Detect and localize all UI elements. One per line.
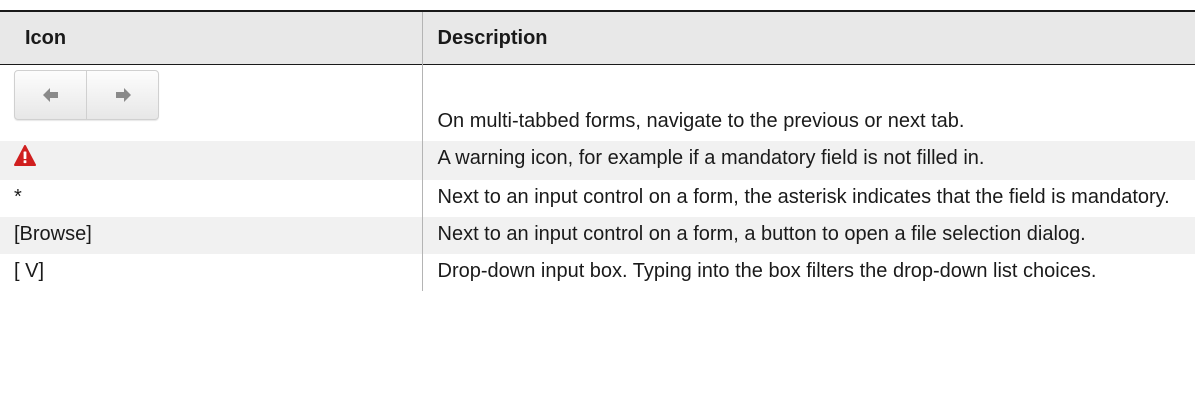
description-cell: Drop-down input box. Typing into the box… xyxy=(421,254,1195,291)
table-row: * Next to an input control on a form, th… xyxy=(0,180,1195,217)
table-header: Icon Description xyxy=(0,11,1195,65)
header-icon: Icon xyxy=(25,26,67,49)
table-row: A warning icon, for example if a mandato… xyxy=(0,141,1195,180)
header-description: Description xyxy=(421,11,1195,65)
table-row: [Browse] Next to an input control on a f… xyxy=(0,217,1195,254)
icon-cell xyxy=(0,65,422,142)
description-cell: Next to an input control on a form, a bu… xyxy=(421,217,1195,254)
icon-cell: * xyxy=(14,186,22,208)
description-cell: A warning icon, for example if a mandato… xyxy=(421,141,1195,180)
previous-tab-button xyxy=(15,71,86,119)
icon-cell xyxy=(0,141,422,180)
header-row: Icon Description xyxy=(0,11,1195,65)
icon-cell: [ V] xyxy=(14,260,45,282)
table-row: On multi-tabbed forms, navigate to the p… xyxy=(0,64,1195,142)
warning-icon xyxy=(14,145,36,166)
description-cell: On multi-tabbed forms, navigate to the p… xyxy=(421,64,1195,141)
arrow-right-icon xyxy=(115,88,131,102)
icon-reference-table: Icon Description On multi-tabbed forms, … xyxy=(0,10,1195,291)
table-row: [ V] Drop-down input box. Typing into th… xyxy=(0,254,1195,291)
description-cell: Next to an input control on a form, the … xyxy=(421,180,1195,217)
arrow-left-icon xyxy=(42,88,58,102)
prev-next-button-group xyxy=(14,70,159,120)
icon-cell: [Browse] xyxy=(14,223,92,245)
next-tab-button xyxy=(86,71,158,119)
